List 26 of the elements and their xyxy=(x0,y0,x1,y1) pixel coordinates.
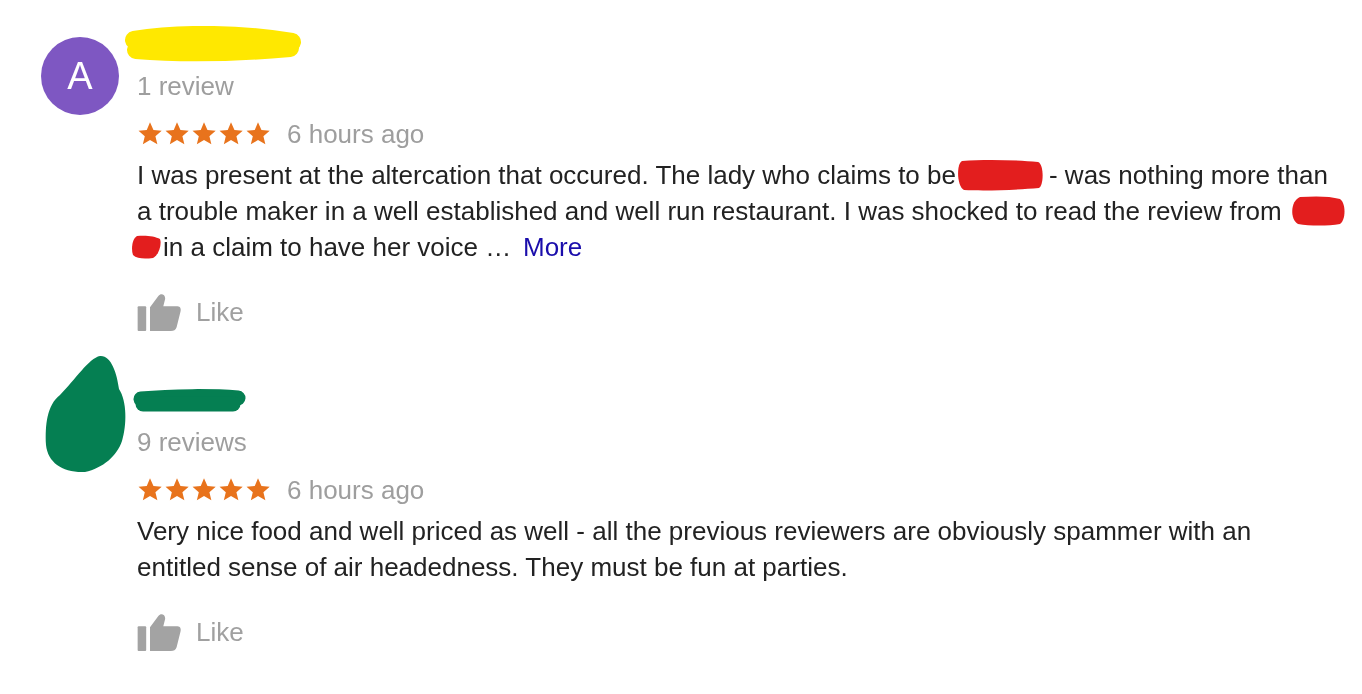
review-text: a trouble maker in a well established and well run restaurant. I was shocked to read the review from xyxy=(137,195,1282,227)
like-button[interactable]: Like xyxy=(137,292,244,332)
thumbs-up-icon xyxy=(137,293,182,331)
review-text: Very nice food and well priced as well - all the previous reviewers are obviously spammer with an xyxy=(137,515,1252,547)
thumbs-up-icon xyxy=(137,613,182,651)
star-icon xyxy=(164,121,190,147)
star-icon xyxy=(137,477,163,503)
star-icon xyxy=(218,121,244,147)
star-icon xyxy=(191,121,217,147)
review-text: - was nothing more than xyxy=(1048,159,1328,191)
avatar: A xyxy=(41,37,119,115)
star-icon xyxy=(218,477,244,503)
review-count: 1 review xyxy=(137,70,234,103)
star-icon xyxy=(164,477,190,503)
more-link[interactable]: More xyxy=(522,231,583,263)
review-time: 6 hours ago xyxy=(287,118,425,150)
review-text: entitled sense of air headedness. They must be fun at parties. xyxy=(137,551,848,583)
review-text: I was present at the altercation that occured. The lady who claims to be xyxy=(137,159,956,191)
review-text: in a claim to have her voice … xyxy=(163,231,512,263)
like-button[interactable]: Like xyxy=(137,612,244,652)
star-icon xyxy=(191,477,217,503)
review-time: 6 hours ago xyxy=(287,474,425,506)
review-count: 9 reviews xyxy=(137,426,247,459)
star-icon xyxy=(245,121,271,147)
star-icon xyxy=(245,477,271,503)
star-icon xyxy=(137,121,163,147)
